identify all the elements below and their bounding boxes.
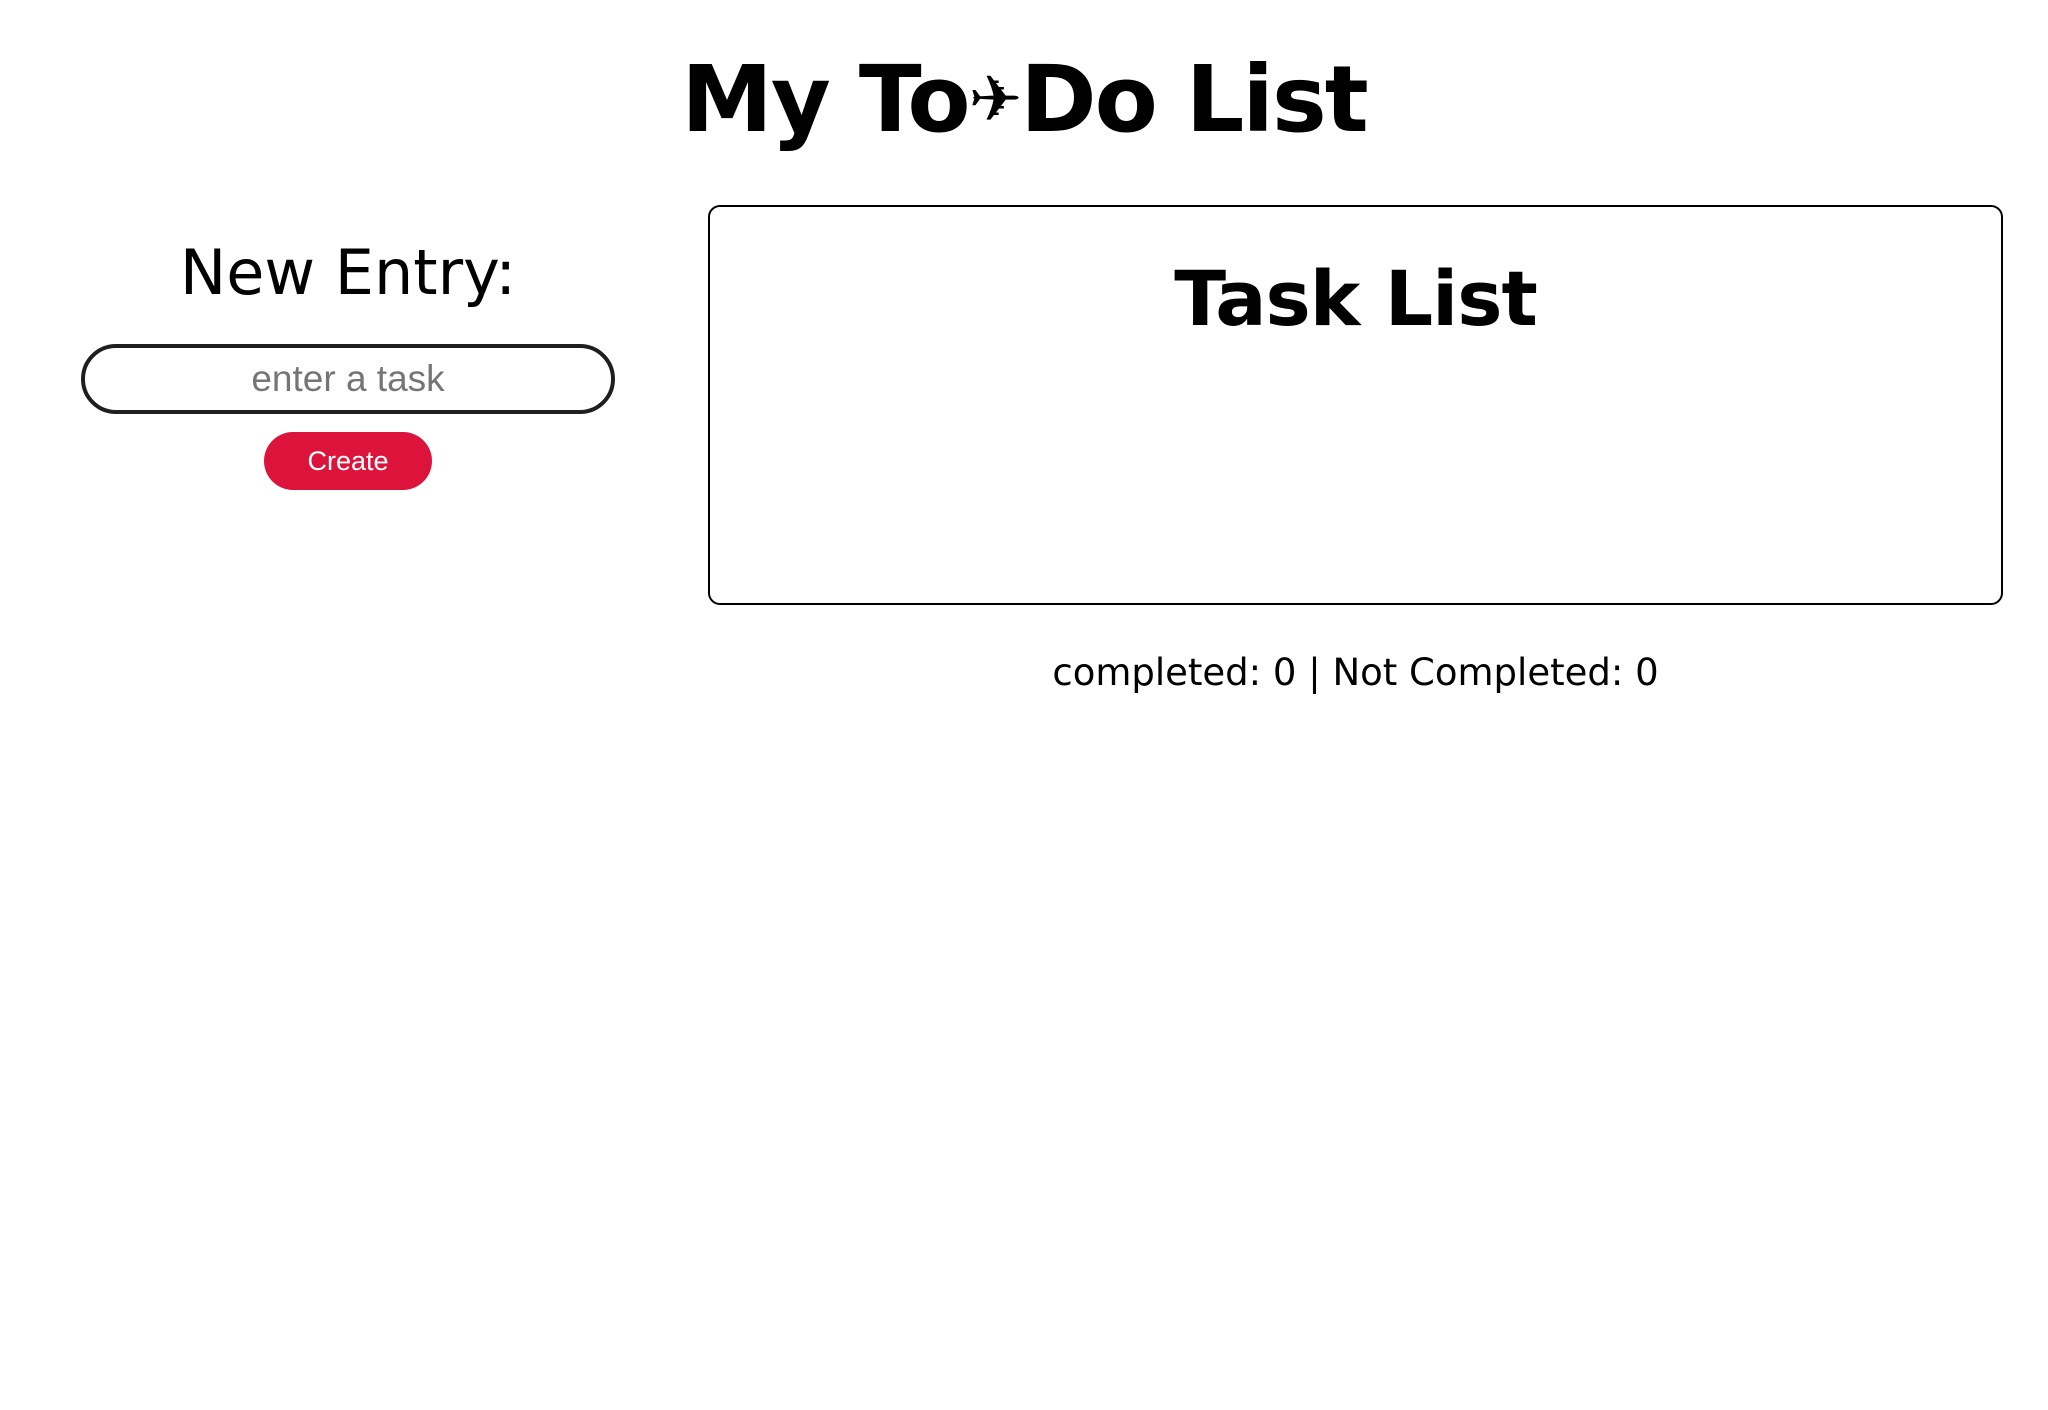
page-title-part-2: Do List: [1020, 46, 1368, 153]
task-list-panel: Task List: [708, 205, 2003, 605]
not-completed-label: Not Completed:: [1332, 651, 1624, 694]
completed-count: 0: [1272, 651, 1297, 694]
completed-label: completed:: [1052, 651, 1262, 694]
not-completed-count: 0: [1635, 651, 1659, 694]
page-title: My To✈Do List: [0, 40, 2048, 160]
task-status-summary: completed: 0 | Not Completed: 0: [708, 645, 2003, 701]
new-entry-section: New Entry: Create: [0, 228, 696, 490]
task-input[interactable]: [81, 344, 615, 414]
new-entry-heading: New Entry:: [179, 236, 517, 309]
create-button[interactable]: Create: [264, 432, 432, 490]
airplane-icon: ✈: [968, 63, 1023, 137]
status-separator: |: [1308, 651, 1321, 694]
page-title-part-1: My To: [681, 46, 970, 153]
task-list-heading: Task List: [1174, 254, 1538, 343]
